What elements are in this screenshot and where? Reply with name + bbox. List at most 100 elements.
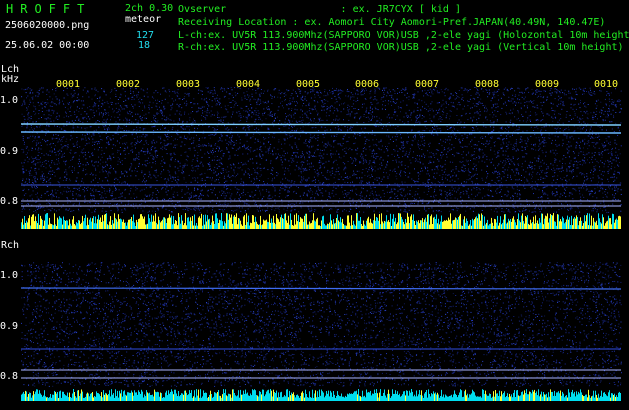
noise-pixel	[458, 101, 460, 103]
noise-pixel	[34, 137, 36, 139]
noise-pixel	[602, 120, 604, 122]
noise-pixel	[415, 191, 417, 192]
noise-pixel	[516, 195, 518, 197]
noise-pixel	[531, 162, 533, 164]
noise-pixel	[364, 147, 365, 149]
noise-pixel	[55, 138, 57, 139]
noise-pixel	[118, 158, 120, 160]
noise-pixel	[97, 191, 99, 192]
noise-pixel	[226, 109, 228, 111]
noise-pixel	[36, 140, 38, 142]
noise-pixel	[369, 112, 371, 114]
noise-pixel	[445, 117, 447, 119]
noise-pixel	[620, 90, 622, 92]
noise-pixel	[213, 169, 215, 171]
noise-pixel	[99, 171, 101, 173]
noise-pixel	[364, 136, 366, 138]
noise-pixel	[314, 171, 316, 173]
noise-pixel	[514, 146, 515, 148]
noise-pixel	[88, 137, 90, 139]
noise-pixel	[73, 95, 75, 97]
noise-pixel	[208, 206, 210, 208]
noise-pixel	[218, 165, 220, 167]
noise-pixel	[507, 174, 509, 176]
noise-pixel	[88, 133, 90, 135]
noise-pixel	[458, 152, 460, 154]
noise-pixel	[574, 157, 576, 159]
noise-pixel	[302, 105, 303, 107]
noise-pixel	[500, 147, 502, 149]
noise-pixel	[278, 209, 280, 211]
noise-pixel	[301, 180, 303, 182]
noise-pixel	[554, 88, 556, 90]
noise-pixel	[340, 111, 342, 113]
noise-pixel	[392, 89, 394, 91]
noise-pixel	[288, 127, 290, 129]
noise-pixel	[74, 187, 76, 189]
noise-pixel	[484, 105, 486, 107]
noise-pixel	[505, 158, 507, 159]
noise-pixel	[289, 144, 291, 146]
noise-pixel	[46, 206, 48, 208]
noise-pixel	[155, 99, 156, 101]
noise-pixel	[618, 171, 620, 173]
noise-pixel	[38, 147, 40, 149]
noise-pixel	[324, 103, 326, 104]
noise-pixel	[346, 90, 348, 92]
noise-pixel	[272, 150, 273, 152]
noise-pixel	[73, 203, 75, 205]
noise-pixel	[219, 104, 220, 106]
noise-pixel	[261, 157, 263, 159]
noise-pixel	[91, 189, 93, 191]
noise-pixel	[86, 121, 88, 123]
noise-pixel	[284, 186, 286, 188]
noise-pixel	[475, 93, 477, 95]
noise-pixel	[416, 102, 418, 104]
noise-pixel	[35, 187, 37, 189]
noise-pixel	[547, 194, 549, 196]
noise-pixel	[118, 128, 119, 130]
noise-pixel	[369, 107, 371, 109]
noise-pixel	[127, 113, 129, 115]
noise-pixel	[217, 140, 219, 142]
noise-pixel	[536, 160, 538, 162]
noise-pixel	[155, 194, 157, 195]
noise-pixel	[588, 91, 590, 93]
noise-pixel	[271, 114, 273, 116]
noise-pixel	[456, 152, 458, 154]
noise-pixel	[147, 149, 149, 151]
noise-pixel	[196, 159, 198, 161]
noise-pixel	[444, 149, 446, 150]
noise-pixel	[107, 129, 108, 130]
noise-pixel	[249, 100, 251, 102]
noise-pixel	[171, 203, 173, 205]
noise-pixel	[445, 193, 447, 195]
noise-pixel	[479, 148, 481, 150]
noise-pixel	[486, 119, 488, 121]
noise-pixel	[151, 121, 153, 123]
noise-pixel	[242, 164, 244, 166]
noise-pixel	[138, 153, 140, 155]
noise-pixel	[338, 153, 340, 155]
noise-pixel	[538, 136, 540, 138]
noise-pixel	[44, 139, 45, 141]
noise-pixel	[138, 156, 140, 158]
noise-pixel	[50, 143, 52, 144]
noise-pixel	[319, 152, 321, 154]
noise-pixel	[184, 128, 186, 130]
noise-pixel	[463, 127, 464, 129]
noise-pixel	[299, 121, 301, 123]
noise-pixel	[466, 146, 468, 148]
noise-pixel	[570, 207, 572, 209]
noise-pixel	[31, 187, 33, 189]
noise-pixel	[320, 166, 322, 168]
noise-pixel	[147, 144, 149, 145]
noise-pixel	[183, 166, 185, 168]
noise-pixel	[526, 119, 528, 121]
noise-pixel	[44, 177, 46, 179]
noise-pixel	[85, 137, 86, 139]
noise-pixel	[593, 117, 595, 118]
noise-pixel	[161, 160, 163, 162]
noise-pixel	[285, 94, 287, 96]
noise-pixel	[72, 166, 73, 168]
